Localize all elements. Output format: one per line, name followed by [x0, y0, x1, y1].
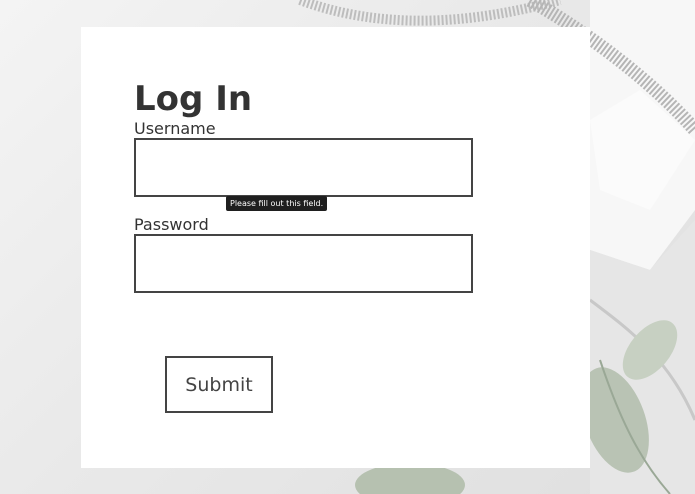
validation-tooltip: Please fill out this field.: [226, 196, 328, 211]
login-card: Log In Username Please fill out this fie…: [81, 27, 590, 468]
password-label: Password: [134, 215, 209, 234]
page-title: Log In: [134, 79, 253, 119]
password-input[interactable]: [134, 234, 473, 293]
submit-button[interactable]: Submit: [165, 356, 273, 413]
username-input[interactable]: [134, 138, 473, 197]
username-label: Username: [134, 119, 216, 138]
